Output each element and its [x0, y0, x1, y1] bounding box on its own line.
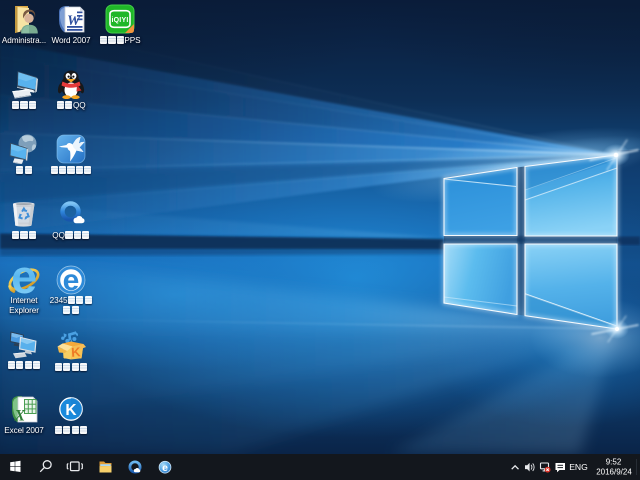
svg-text:K: K	[71, 344, 82, 360]
svg-text:iQIYI: iQIYI	[112, 17, 129, 24]
svg-text:e: e	[162, 462, 168, 474]
svg-text:K: K	[65, 402, 77, 419]
svg-text:ENG: ENG	[569, 462, 588, 472]
svg-text:9:52: 9:52	[606, 458, 622, 467]
svg-text:2016/9/24: 2016/9/24	[596, 467, 632, 476]
svg-text:X: X	[14, 408, 26, 425]
svg-text:e: e	[63, 264, 80, 296]
